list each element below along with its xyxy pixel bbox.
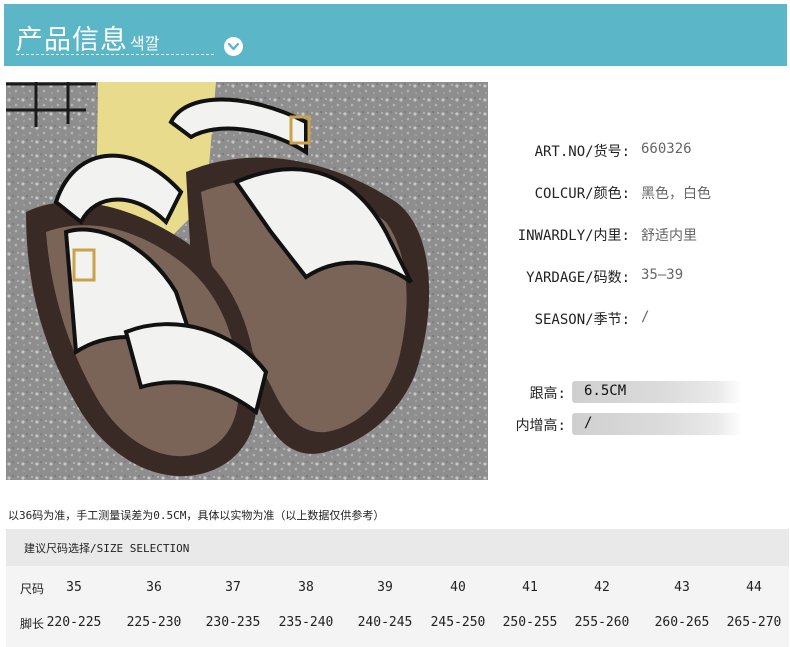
spec-value-color: 黑色，白色 <box>641 183 781 205</box>
foot-length-cell: 255-260 <box>574 615 630 630</box>
spec-row-inwardly: INWARDLY/内里: <box>460 225 630 247</box>
spec-label: COLCUR/颜色: <box>534 186 630 202</box>
inner-height-value-row: / <box>572 413 744 435</box>
heel-height-value: 6.5CM <box>584 383 627 399</box>
header-banner: 产品信息 색깔 <box>4 4 787 66</box>
foot-length-cell: 225-230 <box>126 615 182 630</box>
spec-label: SEASON/季节: <box>534 312 630 328</box>
size-cell: 39 <box>377 580 393 595</box>
size-cell: 43 <box>674 580 690 595</box>
measurement-note: 以36码为准，手工测量误差为0.5CM，具体以实物为准（以上数据仅供参考） <box>8 509 385 522</box>
heel-height-value-row: 6.5CM <box>572 381 744 403</box>
spec-value: / <box>641 309 650 325</box>
size-cell: 36 <box>146 580 162 595</box>
inner-height-label: 内增高: <box>515 418 566 434</box>
foot-length-cell: 265-270 <box>726 615 782 630</box>
foot-row-label: 脚长 <box>20 617 45 631</box>
size-cell: 37 <box>225 580 241 595</box>
spec-row-art-no: ART.NO/货号: <box>460 141 630 163</box>
size-cell: 38 <box>298 580 314 595</box>
product-photo <box>6 82 488 480</box>
chevron-down-icon[interactable] <box>224 37 243 56</box>
page-title: 产品信息 색깔 <box>16 18 159 57</box>
title-underline <box>16 54 214 55</box>
spec-value-inwardly: 舒适内里 <box>641 225 781 247</box>
foot-length-cell: 250-255 <box>502 615 558 630</box>
spec-value: 舒适内里 <box>641 228 697 244</box>
spec-label: INWARDLY/内里: <box>517 228 630 244</box>
spec-row-color: COLCUR/颜色: <box>460 183 630 205</box>
foot-length-cell: 230-235 <box>205 615 261 630</box>
inner-height-label-row: 内增高: <box>480 415 566 437</box>
page-title-text: 产品信息 <box>16 25 128 56</box>
inner-height-value: / <box>584 415 593 431</box>
size-cell: 42 <box>594 580 610 595</box>
size-cell: 35 <box>66 580 82 595</box>
spec-value: 660326 <box>641 141 692 157</box>
size-table: 建议尺码选择/SIZE SELECTION 尺码 脚长 35 36 37 38 … <box>6 529 789 647</box>
highlight-bar <box>572 413 742 435</box>
heel-height-label-row: 跟高: <box>480 383 566 405</box>
spec-value-yardage: 35—39 <box>641 267 781 289</box>
foot-length-cell: 235-240 <box>278 615 334 630</box>
spec-label: YARDAGE/码数: <box>526 270 630 286</box>
spec-value-season: / <box>641 309 781 331</box>
spec-value-art-no: 660326 <box>641 141 781 163</box>
size-cell: 44 <box>746 580 762 595</box>
size-table-header: 建议尺码选择/SIZE SELECTION <box>6 529 789 566</box>
spec-label: ART.NO/货号: <box>534 144 630 160</box>
spec-value: 黑色，白色 <box>641 186 711 202</box>
foot-length-cell: 240-245 <box>357 615 413 630</box>
spec-value: 35—39 <box>641 267 684 283</box>
page-subtitle: 색깔 <box>130 34 160 53</box>
spec-row-yardage: YARDAGE/码数: <box>460 267 630 289</box>
sandal-photo-illustration <box>6 82 488 480</box>
size-cell: 40 <box>450 580 466 595</box>
size-row-label: 尺码 <box>20 582 45 596</box>
heel-height-label: 跟高: <box>529 386 566 402</box>
foot-length-cell: 260-265 <box>654 615 710 630</box>
foot-length-cell: 245-250 <box>430 615 486 630</box>
spec-row-season: SEASON/季节: <box>460 309 630 331</box>
foot-length-cell: 220-225 <box>46 615 102 630</box>
size-table-title: 建议尺码选择/SIZE SELECTION <box>24 542 190 555</box>
size-cell: 41 <box>522 580 538 595</box>
